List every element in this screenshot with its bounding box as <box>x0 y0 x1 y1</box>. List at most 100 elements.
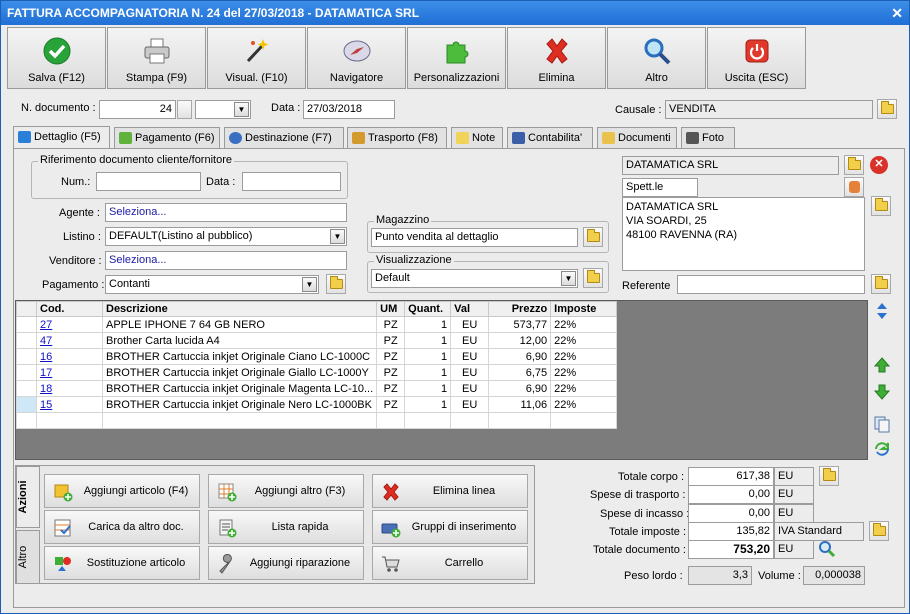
refresh-icon[interactable] <box>872 439 892 459</box>
column-header[interactable]: Cod. <box>36 301 103 317</box>
column-header[interactable]: Val <box>450 301 490 317</box>
column-header[interactable]: Descrizione <box>101 301 378 317</box>
move-up-icon[interactable] <box>872 355 892 375</box>
view-select[interactable]: Default ▼ <box>371 269 578 288</box>
view-browse-button[interactable] <box>583 268 603 288</box>
tab-pagamento[interactable]: Pagamento (F6) <box>114 127 220 149</box>
address-browse-button[interactable] <box>871 196 891 216</box>
warehouse-field[interactable]: Punto vendita al dettaglio <box>371 228 578 247</box>
column-header[interactable]: Quant. <box>404 301 452 317</box>
table-row[interactable]: 47 Brother Carta lucida A4 PZ 1 EU 12,00 22% <box>16 332 618 349</box>
doc-number-field[interactable]: 24 <box>99 100 176 119</box>
table-row[interactable]: 18 BROTHER Cartuccia inkjet Originale Mag… <box>16 380 618 397</box>
add-item-button[interactable]: Aggiungi articolo (F4) <box>44 474 200 508</box>
customer-card-button[interactable] <box>844 177 864 197</box>
item-code-link[interactable]: 16 <box>40 351 52 363</box>
delete-line-button[interactable]: Elimina linea <box>372 474 528 508</box>
add-box-icon <box>54 484 73 502</box>
tab-altro[interactable]: Altro <box>16 530 40 584</box>
close-icon[interactable]: ✕ <box>891 1 903 25</box>
tab-dettaglio[interactable]: Dettaglio (F5) <box>13 126 110 149</box>
quick-list-button[interactable]: Lista rapida <box>208 510 364 544</box>
pagamento-browse-button[interactable] <box>326 274 346 294</box>
more-button[interactable]: Altro <box>607 27 706 89</box>
table-row[interactable]: 27 APPLE IPHONE 7 64 GB NERO PZ 1 EU 573,77 22… <box>16 316 618 333</box>
warehouse-browse-button[interactable] <box>583 227 603 247</box>
gross-weight-field[interactable]: 3,3 <box>688 566 752 585</box>
row-indicator <box>16 348 37 365</box>
move-down-icon[interactable] <box>872 382 892 402</box>
tab-trasporto[interactable]: Trasporto (F8) <box>347 127 447 149</box>
volume-field[interactable]: 0,000038 <box>803 566 865 585</box>
listino-select[interactable]: DEFAULT(Listino al pubblico) ▼ <box>105 227 347 246</box>
load-from-document-button[interactable]: Carica da altro doc. <box>44 510 200 544</box>
delete-button[interactable]: Elimina <box>507 27 606 89</box>
table-row[interactable]: 16 BROTHER Cartuccia inkjet Originale Cia… <box>16 348 618 365</box>
remove-customer-icon[interactable]: ✕ <box>870 156 888 174</box>
collection-cost-field[interactable]: 0,00 <box>688 504 774 523</box>
ref-num-field[interactable] <box>96 172 201 191</box>
add-repair-button[interactable]: Aggiungi riparazione <box>208 546 364 580</box>
date-field[interactable]: 27/03/2018 <box>303 100 395 119</box>
pagamento-select[interactable]: Contanti ▼ <box>105 275 319 294</box>
items-table: Cod. Descrizione UM Quant. Val Prezzo Im… <box>16 301 618 429</box>
item-code-link[interactable]: 15 <box>40 399 52 411</box>
venditore-field[interactable]: Seleziona... <box>105 251 347 270</box>
tab-documenti[interactable]: Documenti <box>597 127 677 149</box>
add-other-button[interactable]: Aggiungi altro (F3) <box>208 474 364 508</box>
item-code-link[interactable]: 17 <box>40 367 52 379</box>
customer-browse-button[interactable] <box>844 155 864 175</box>
doc-suffix-select[interactable]: ▼ <box>195 100 251 119</box>
tab-destinazione[interactable]: Destinazione (F7) <box>224 127 344 149</box>
customizations-button[interactable]: Personalizzazioni <box>407 27 506 89</box>
sort-arrows-icon[interactable] <box>872 301 892 321</box>
shipping-cost-field[interactable]: 0,00 <box>688 485 774 504</box>
item-code-link[interactable]: 47 <box>40 335 52 347</box>
table-row[interactable]: 15 BROTHER Cartuccia inkjet Originale Ner… <box>16 396 618 413</box>
cart-button[interactable]: Carrello <box>372 546 528 580</box>
item-code-link[interactable]: 27 <box>40 319 52 331</box>
doc-number-spin-button[interactable] <box>177 100 192 119</box>
tab-foto[interactable]: Foto <box>681 127 735 149</box>
copy-row-icon[interactable] <box>872 414 892 434</box>
save-button[interactable]: Salva (F12) <box>7 27 106 89</box>
column-header[interactable]: Imposte <box>550 301 618 317</box>
tab-note[interactable]: Note <box>451 127 503 149</box>
referente-browse-button[interactable] <box>871 274 891 294</box>
greeting-field[interactable]: Spett.le <box>622 178 698 197</box>
warehouse-group-title: Magazzino <box>374 214 432 226</box>
folder-icon <box>881 101 894 114</box>
zoom-total-icon[interactable] <box>818 540 836 558</box>
table-cell: Brother Carta lucida A4 <box>101 332 378 349</box>
compass-icon <box>343 40 371 62</box>
tab-azioni[interactable]: Azioni <box>16 466 40 528</box>
table-cell: 22% <box>550 316 618 333</box>
agente-field[interactable]: Seleziona... <box>105 203 347 222</box>
causale-field[interactable]: VENDITA <box>665 100 873 119</box>
folder-icon <box>873 523 886 536</box>
navigator-button[interactable]: Navigatore <box>307 27 406 89</box>
preview-button[interactable]: Visual. (F10) <box>207 27 306 89</box>
table-cell: EU <box>450 348 490 365</box>
total-body-browse-button[interactable] <box>819 466 839 486</box>
new-row[interactable] <box>16 412 618 429</box>
exit-button[interactable]: Uscita (ESC) <box>707 27 806 89</box>
tab-contabilita[interactable]: Contabilita' <box>507 127 593 149</box>
ref-num-label: Num.: <box>61 176 91 188</box>
item-code-link[interactable]: 18 <box>40 383 52 395</box>
customer-name-field[interactable]: DATAMATICA SRL <box>622 156 839 175</box>
causale-browse-button[interactable] <box>877 99 897 119</box>
ref-date-field[interactable] <box>242 172 341 191</box>
replace-item-button[interactable]: Sostituzione articolo <box>44 546 200 580</box>
insert-groups-button[interactable]: Gruppi di inserimento <box>372 510 528 544</box>
column-header[interactable]: Prezzo <box>488 301 552 317</box>
table-cell: 22% <box>550 396 618 413</box>
table-row[interactable]: 17 BROTHER Cartuccia inkjet Originale Gia… <box>16 364 618 381</box>
total-tax-field: 135,82 <box>688 522 774 541</box>
column-header[interactable]: UM <box>376 301 406 317</box>
vat-browse-button[interactable] <box>869 521 889 541</box>
print-button[interactable]: Stampa (F9) <box>107 27 206 89</box>
items-grid[interactable]: Cod. Descrizione UM Quant. Val Prezzo Im… <box>15 300 868 460</box>
referente-field[interactable] <box>677 275 865 294</box>
customer-address-box[interactable]: DATAMATICA SRL VIA SOARDI, 25 48100 RAVE… <box>622 197 865 271</box>
